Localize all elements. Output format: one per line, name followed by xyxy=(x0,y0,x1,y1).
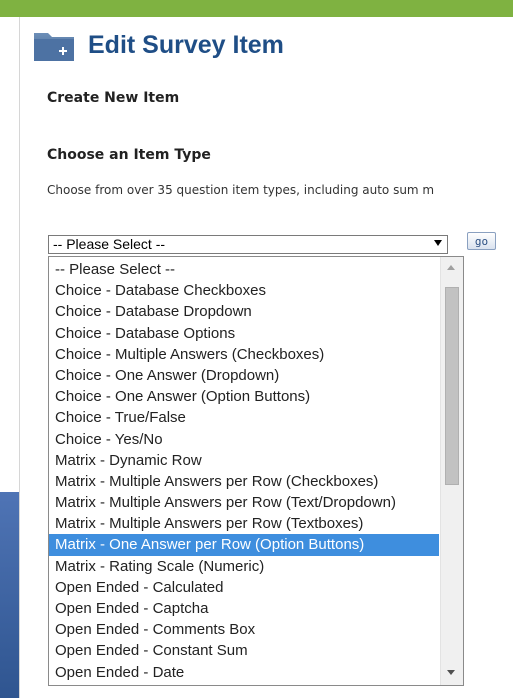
dropdown-option[interactable]: Matrix - Dynamic Row xyxy=(49,450,439,471)
item-type-select-value: -- Please Select -- xyxy=(53,236,166,252)
dropdown-option[interactable]: Choice - One Answer (Dropdown) xyxy=(49,365,439,386)
dropdown-option[interactable]: Choice - Database Options xyxy=(49,323,439,344)
dropdown-option[interactable]: -- Please Select -- xyxy=(49,259,439,280)
scroll-up-arrow-icon[interactable] xyxy=(447,265,455,270)
item-type-title: Choose an Item Type xyxy=(47,147,211,163)
dropdown-option[interactable]: Matrix - One Answer per Row (Option Butt… xyxy=(49,534,439,556)
dropdown-option[interactable]: Open Ended - Captcha xyxy=(49,598,439,619)
dropdown-option[interactable]: Open Ended - Comments Box xyxy=(49,619,439,640)
page-header: Edit Survey Item xyxy=(32,20,284,70)
chevron-down-icon[interactable] xyxy=(434,240,442,246)
dropdown-option[interactable]: Matrix - Multiple Answers per Row (Check… xyxy=(49,471,439,492)
item-type-select[interactable]: -- Please Select -- xyxy=(48,235,448,254)
scroll-down-arrow-icon[interactable] xyxy=(447,670,455,675)
folder-add-icon xyxy=(32,27,76,63)
dropdown-option[interactable]: Matrix - Multiple Answers per Row (Textb… xyxy=(49,513,439,534)
go-button[interactable]: go xyxy=(467,232,496,250)
item-type-dropdown-list[interactable]: -- Please Select -- Choice - Database Che… xyxy=(48,256,464,686)
dropdown-option[interactable]: Choice - Multiple Answers (Checkboxes) xyxy=(49,344,439,365)
dropdown-option[interactable]: Open Ended - Calculated xyxy=(49,577,439,598)
section-title: Create New Item xyxy=(47,90,180,106)
dropdown-option[interactable]: Choice - True/False xyxy=(49,407,439,428)
dropdown-option[interactable]: Matrix - Rating Scale (Numeric) xyxy=(49,556,439,577)
dropdown-option[interactable]: Choice - Database Dropdown xyxy=(49,301,439,322)
dropdown-scrollbar[interactable] xyxy=(440,257,463,685)
dropdown-option[interactable]: Open Ended - Constant Sum xyxy=(49,640,439,661)
scrollbar-thumb[interactable] xyxy=(445,287,459,485)
dropdown-option[interactable]: Choice - Database Checkboxes xyxy=(49,280,439,301)
top-accent-bar xyxy=(0,0,513,17)
dropdown-options: -- Please Select -- Choice - Database Che… xyxy=(49,259,439,683)
page-title: Edit Survey Item xyxy=(88,30,284,59)
dropdown-option[interactable]: Open Ended - Date xyxy=(49,662,439,683)
dropdown-option[interactable]: Choice - One Answer (Option Buttons) xyxy=(49,386,439,407)
dropdown-option[interactable]: Choice - Yes/No xyxy=(49,429,439,450)
dropdown-option[interactable]: Matrix - Multiple Answers per Row (Text/… xyxy=(49,492,439,513)
item-type-description: Choose from over 35 question item types,… xyxy=(47,183,435,197)
